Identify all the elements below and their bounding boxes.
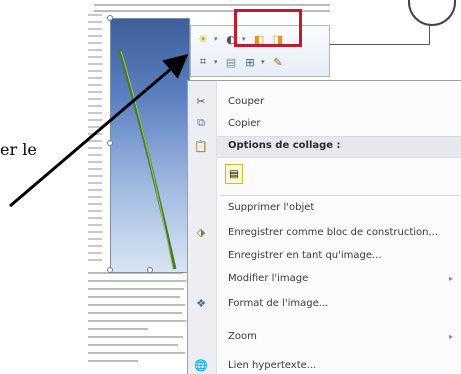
brightness-icon[interactable]: ☀: [195, 31, 211, 47]
menu-item-save-building-block[interactable]: ⬗ Enregistrer comme bloc de construction…: [188, 221, 461, 243]
document-text-bottom: [88, 272, 188, 374]
menu-item-delete-object[interactable]: Supprimer l'objet: [188, 196, 461, 218]
menu-item-cut[interactable]: ✂ Couper: [188, 90, 461, 112]
paste-options-header: 📋 Options de collage :: [194, 136, 461, 158]
format-painter-icon[interactable]: ✎: [270, 54, 286, 70]
menu-item-modify-image[interactable]: Modifier l'image ▸: [188, 267, 461, 289]
resize-handle-bottom-center[interactable]: [147, 267, 153, 273]
scissors-icon: ✂: [196, 94, 206, 108]
menu-item-label: Enregistrer en tant qu'image...: [228, 249, 382, 261]
format-image-icon: ❖: [196, 296, 206, 310]
submenu-arrow-icon: ▸: [448, 331, 453, 341]
copy-icon: ⧉: [197, 116, 205, 129]
menu-item-label: Zoom: [228, 330, 257, 342]
grass-blade-graphic: [117, 48, 177, 270]
chevron-down-icon[interactable]: ▾: [214, 35, 220, 43]
highlight-box: [234, 9, 302, 47]
menu-item-save-as-image[interactable]: Enregistrer en tant qu'image...: [188, 244, 461, 266]
menu-item-copy[interactable]: ⧉ Copier: [188, 112, 461, 134]
building-block-icon: ⬗: [196, 225, 206, 239]
menu-item-zoom[interactable]: Zoom ▸: [188, 325, 461, 347]
paste-options-label: Options de collage :: [228, 140, 341, 151]
menu-item-format-image[interactable]: ❖ Format de l'image...: [188, 292, 461, 314]
chevron-down-icon[interactable]: ▾: [261, 58, 267, 66]
hyperlink-icon: 🌐: [194, 358, 208, 372]
size-icon[interactable]: ⊞: [242, 54, 258, 70]
context-menu: ✂ Couper ⧉ Copier 📋 Options de collage :…: [187, 80, 461, 374]
resize-handle-bottom-left[interactable]: [107, 267, 113, 273]
menu-item-hyperlink[interactable]: 🌐 Lien hypertexte...: [188, 354, 461, 374]
crop-icon[interactable]: ⌗: [195, 54, 211, 70]
screenshot-stage: ☀ ▾ ◐ ▾ ◧ ◨ ⌗ ▾ ▤ ⊞ ▾ ✎ ✂ Couper ⧉ Copie…: [0, 0, 461, 374]
menu-item-label: Supprimer l'objet: [228, 201, 315, 213]
resize-handle-top-left[interactable]: [107, 15, 113, 21]
chevron-down-icon[interactable]: ▾: [214, 58, 220, 66]
callout-text: er le: [0, 140, 37, 159]
text-wrap-icon[interactable]: ▤: [223, 54, 239, 70]
submenu-arrow-icon: ▸: [448, 273, 453, 283]
clipboard-icon: 📋: [194, 139, 208, 153]
paste-picture-icon: ▤: [229, 168, 239, 180]
menu-item-label: Enregistrer comme bloc de construction..…: [228, 226, 439, 238]
menu-item-label: Copier: [228, 117, 261, 129]
paste-keep-source-button[interactable]: ▤: [225, 164, 243, 184]
resize-handle-middle-left[interactable]: [107, 140, 113, 146]
menu-item-label: Modifier l'image: [228, 272, 309, 284]
menu-item-label: Format de l'image...: [228, 297, 329, 309]
selected-image[interactable]: [110, 18, 190, 273]
menu-item-label: Couper: [228, 95, 265, 107]
menu-item-label: Lien hypertexte...: [228, 359, 317, 371]
